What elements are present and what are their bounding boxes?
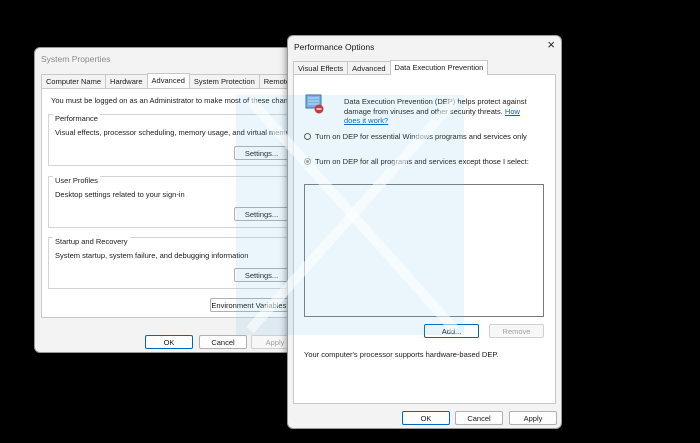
user-profiles-desc: Desktop settings related to your sign-in xyxy=(55,190,185,199)
dep-essential-label[interactable]: Turn on DEP for essential Windows progra… xyxy=(315,132,527,141)
add-button[interactable]: Add... xyxy=(424,324,479,338)
how-does-it-work-link[interactable]: does it work? xyxy=(344,116,388,125)
dep-all-radio[interactable] xyxy=(304,158,311,165)
tab-computer-name[interactable]: Computer Name xyxy=(41,74,107,88)
dep-exceptions-list[interactable] xyxy=(304,184,544,317)
performance-settings-button[interactable]: Settings... xyxy=(234,146,289,160)
dep-all-label[interactable]: Turn on DEP for all programs and service… xyxy=(315,157,529,166)
close-icon[interactable]: × xyxy=(547,37,555,52)
tab-advanced[interactable]: Advanced xyxy=(146,73,190,88)
cancel-button[interactable]: Cancel xyxy=(199,335,247,349)
performance-desc: Visual effects, processor scheduling, me… xyxy=(55,128,297,137)
shield-cpu-icon xyxy=(304,93,326,115)
tab-advanced[interactable]: Advanced xyxy=(347,61,391,75)
environment-variables-button[interactable]: Environment Variables... xyxy=(210,298,294,312)
user-profiles-settings-button[interactable]: Settings... xyxy=(234,207,289,221)
startup-recovery-settings-button[interactable]: Settings... xyxy=(234,268,289,282)
window-title: System Properties xyxy=(41,54,111,64)
performance-title: Performance xyxy=(53,114,100,123)
startup-recovery-group: Startup and Recovery System startup, sys… xyxy=(48,237,294,289)
tab-system-protection[interactable]: System Protection xyxy=(188,74,260,88)
dep-description-line2: damage from viruses and other security t… xyxy=(344,107,503,116)
admin-note: You must be logged on as an Administrato… xyxy=(51,96,303,105)
ok-button[interactable]: OK xyxy=(145,335,193,349)
startup-recovery-desc: System startup, system failure, and debu… xyxy=(55,251,249,260)
performance-group: Performance Visual effects, processor sc… xyxy=(48,114,297,166)
startup-recovery-title: Startup and Recovery xyxy=(53,237,130,246)
dep-support-note: Your computer's processor supports hardw… xyxy=(304,350,499,359)
performance-options-window: Performance Options × Visual Effects Adv… xyxy=(287,35,562,429)
remove-button[interactable]: Remove xyxy=(489,324,544,338)
advanced-panel: You must be logged on as an Administrato… xyxy=(41,88,302,318)
apply-button[interactable]: Apply xyxy=(509,411,557,425)
cancel-button[interactable]: Cancel xyxy=(455,411,503,425)
dep-essential-radio[interactable] xyxy=(304,133,311,140)
tab-strip: Computer Name Hardware Advanced System P… xyxy=(41,73,296,88)
dep-panel: Data Execution Prevention (DEP) helps pr… xyxy=(293,74,556,404)
tab-strip: Visual Effects Advanced Data Execution P… xyxy=(293,60,489,75)
window-title: Performance Options xyxy=(294,42,375,52)
how-link-part1[interactable]: How xyxy=(505,107,520,116)
tab-data-execution-prevention[interactable]: Data Execution Prevention xyxy=(389,60,489,75)
tab-visual-effects[interactable]: Visual Effects xyxy=(293,61,349,75)
dep-description-line2-row: damage from viruses and other security t… xyxy=(344,107,520,116)
ok-button[interactable]: OK xyxy=(402,411,450,425)
dep-description-line1: Data Execution Prevention (DEP) helps pr… xyxy=(344,97,527,106)
system-properties-window: System Properties Computer Name Hardware… xyxy=(34,47,302,353)
user-profiles-title: User Profiles xyxy=(53,176,100,185)
user-profiles-group: User Profiles Desktop settings related t… xyxy=(48,176,294,228)
tab-hardware[interactable]: Hardware xyxy=(105,74,148,88)
